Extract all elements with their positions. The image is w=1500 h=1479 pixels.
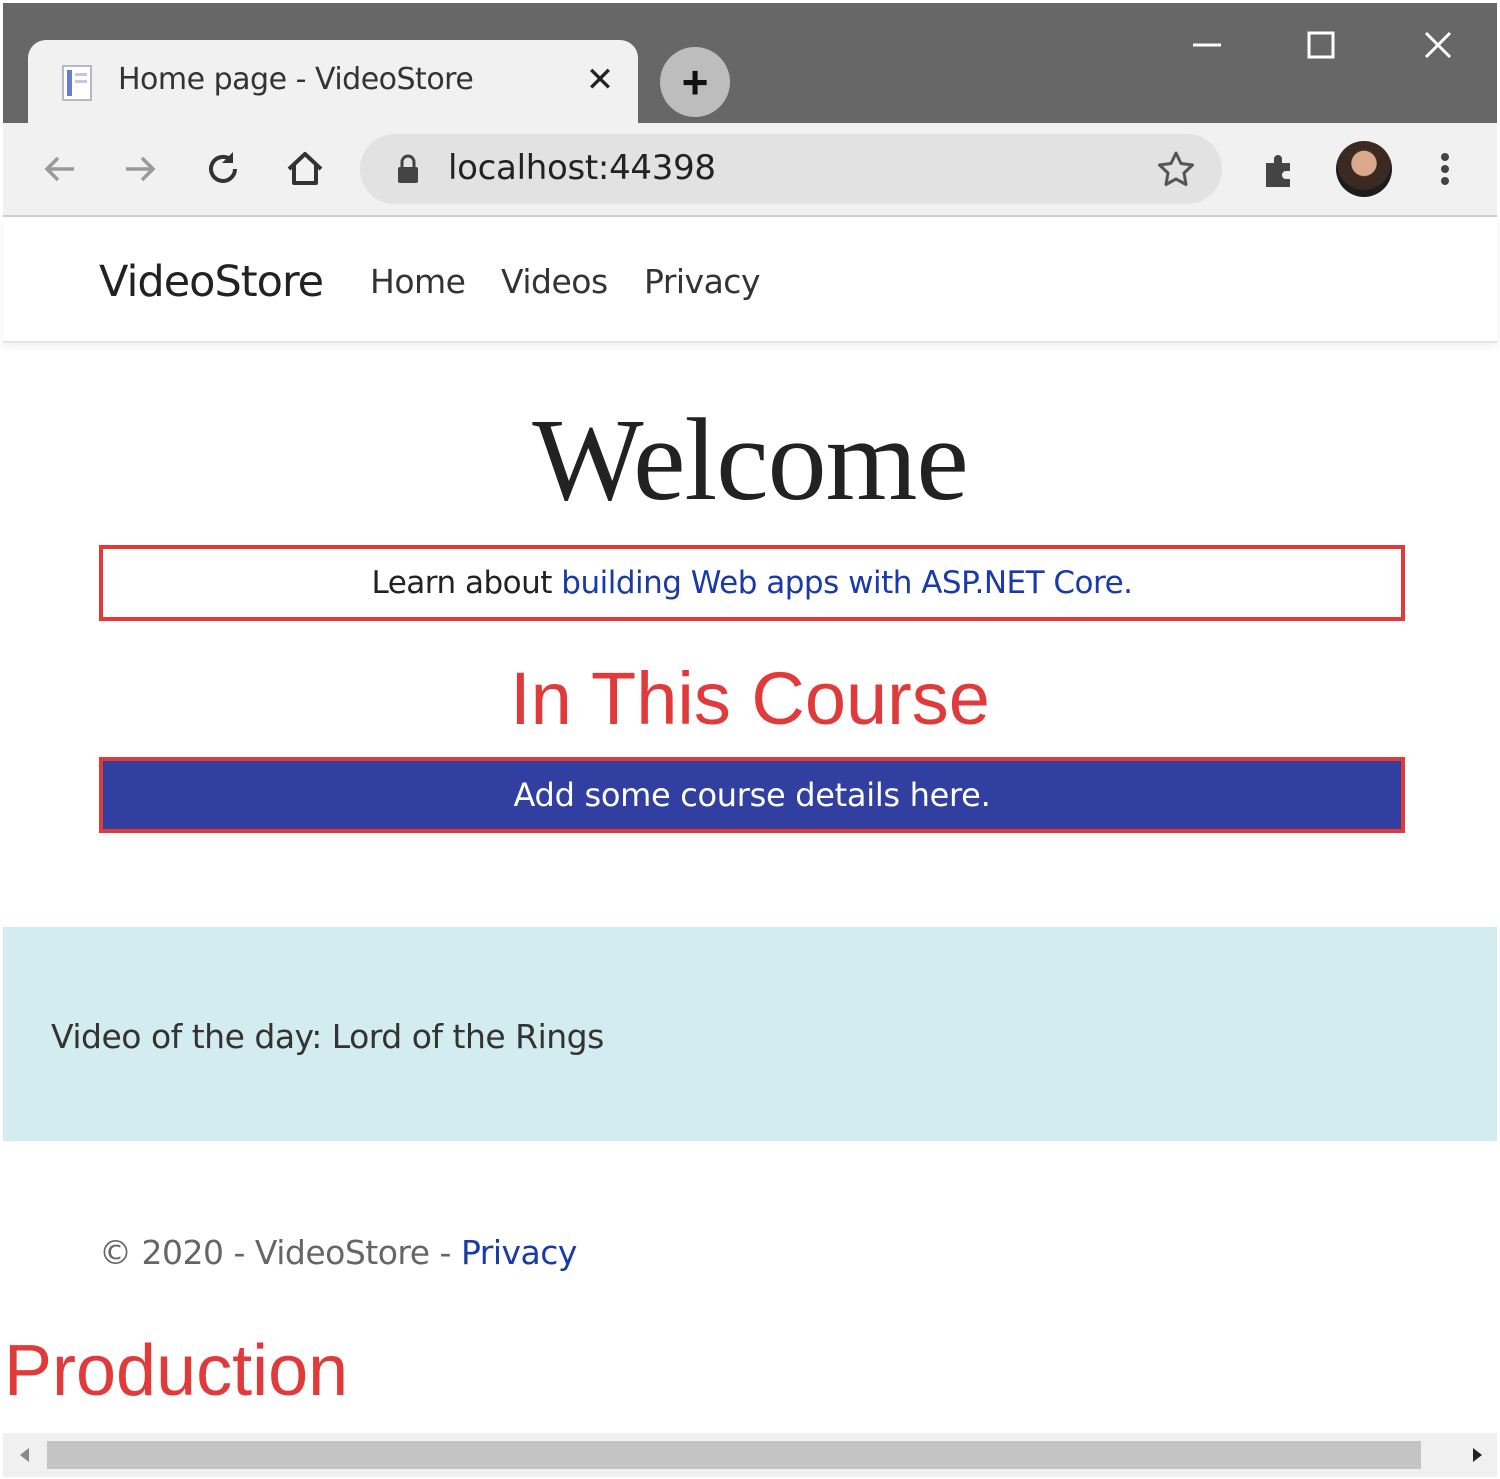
menu-icon[interactable] (1421, 145, 1469, 193)
tab-close-icon[interactable]: ✕ (580, 60, 620, 100)
address-bar[interactable]: localhost:44398 (360, 134, 1222, 204)
course-heading: In This Course (510, 657, 990, 740)
video-of-the-day-band: Video of the day: Lord of the Rings (3, 927, 1497, 1141)
learn-suffix: . (1123, 565, 1133, 601)
scroll-left-icon[interactable] (15, 1445, 35, 1465)
back-icon[interactable] (36, 145, 84, 193)
extensions-icon[interactable] (1256, 145, 1304, 193)
minimize-icon[interactable] (1183, 21, 1231, 69)
course-details-box: Add some course details here. (99, 757, 1405, 833)
nav-videos-link[interactable]: Videos (501, 262, 608, 301)
url-text[interactable]: localhost:44398 (448, 148, 716, 188)
reload-icon[interactable] (199, 145, 247, 193)
environment-label: Production (4, 1331, 349, 1411)
lock-icon (398, 154, 418, 183)
footer: © 2020 - VideoStore - Privacy (99, 1233, 577, 1272)
browser-toolbar: localhost:44398 (3, 123, 1497, 217)
tab-title: Home page - VideoStore (118, 62, 474, 97)
forward-icon[interactable] (116, 145, 164, 193)
maximize-icon[interactable] (1297, 21, 1345, 69)
horizontal-scrollbar[interactable] (3, 1433, 1497, 1477)
brand-link[interactable]: VideoStore (99, 257, 324, 307)
window-close-icon[interactable] (1414, 21, 1462, 69)
footer-privacy-link[interactable]: Privacy (461, 1233, 577, 1272)
nav-home-link[interactable]: Home (370, 262, 466, 301)
learn-prefix: Learn about (371, 565, 562, 601)
star-icon[interactable] (1155, 148, 1197, 190)
aspnet-docs-link[interactable]: building Web apps with ASP.NET Core (561, 565, 1123, 601)
browser-tab[interactable]: Home page - VideoStore ✕ (28, 40, 638, 128)
new-tab-button[interactable]: + (660, 47, 730, 117)
browser-titlebar: Home page - VideoStore ✕ + (3, 3, 1497, 128)
home-icon[interactable] (281, 145, 329, 193)
scrollbar-thumb[interactable] (47, 1441, 1421, 1469)
profile-avatar[interactable] (1336, 141, 1392, 197)
scroll-right-icon[interactable] (1467, 1445, 1487, 1465)
welcome-heading: Welcome (532, 394, 969, 525)
nav-privacy-link[interactable]: Privacy (644, 262, 760, 301)
footer-copyright: © 2020 - VideoStore - (99, 1233, 461, 1272)
site-navbar: VideoStore Home Videos Privacy (3, 217, 1497, 343)
learn-about-box: Learn about building Web apps with ASP.N… (99, 545, 1405, 621)
page-favicon-icon (62, 65, 92, 101)
video-of-the-day-text: Video of the day: Lord of the Rings (51, 1017, 604, 1056)
